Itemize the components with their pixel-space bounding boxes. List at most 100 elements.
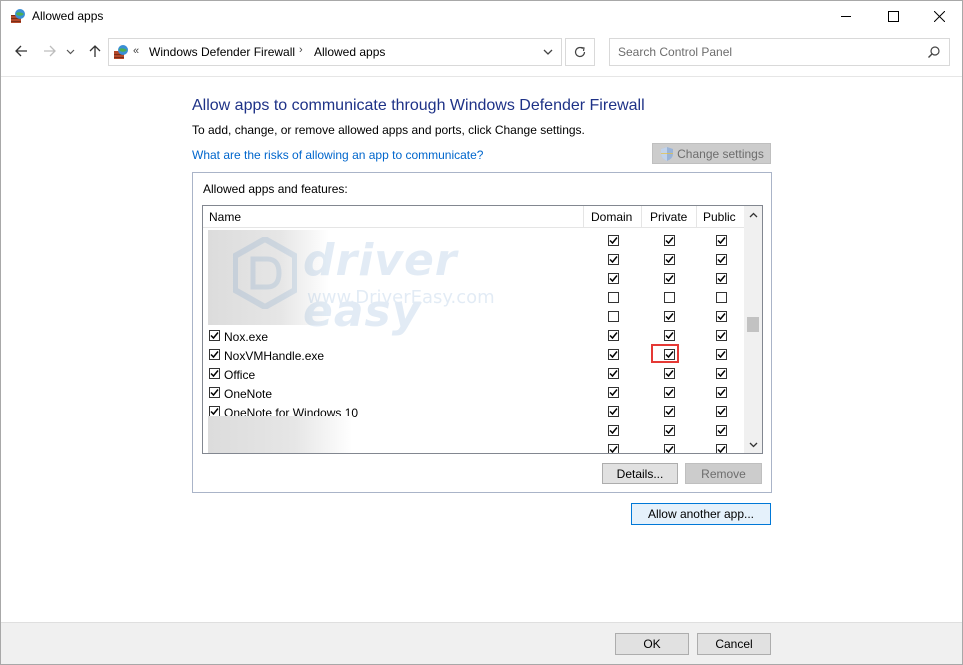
app-enabled-checkbox[interactable] [209, 387, 220, 398]
private-checkbox[interactable] [664, 444, 675, 453]
close-button[interactable] [916, 1, 962, 31]
chevron-up-icon [749, 212, 757, 217]
domain-checkbox[interactable] [608, 444, 619, 453]
search-box[interactable] [609, 38, 950, 66]
arrow-right-icon [44, 45, 56, 57]
scroll-down-button[interactable] [744, 436, 762, 453]
table-row[interactable]: Office [203, 365, 744, 384]
change-settings-label: Change settings [677, 146, 764, 161]
address-bar[interactable]: « Windows Defender Firewall › Allowed ap… [108, 38, 562, 66]
allowed-apps-group: Allowed apps and features: Name Domain P… [192, 172, 772, 493]
public-checkbox[interactable] [716, 292, 727, 303]
private-checkbox[interactable] [664, 254, 675, 265]
page-title: Allow apps to communicate through Window… [192, 97, 645, 114]
domain-checkbox[interactable] [608, 330, 619, 341]
refresh-icon [574, 46, 586, 58]
scroll-up-button[interactable] [744, 206, 762, 223]
domain-checkbox[interactable] [608, 292, 619, 303]
public-checkbox[interactable] [716, 349, 727, 360]
table-row[interactable]: NoxVMHandle.exe [203, 344, 744, 365]
column-private[interactable]: Private [650, 210, 687, 224]
redacted-app-names [208, 416, 352, 453]
forward-button[interactable] [39, 40, 61, 62]
private-checkbox[interactable] [664, 292, 675, 303]
change-settings-button[interactable]: Change settings [652, 143, 771, 164]
domain-checkbox[interactable] [608, 349, 619, 360]
back-button[interactable] [10, 40, 32, 62]
arrow-up-icon [89, 45, 101, 57]
private-checkbox[interactable] [664, 387, 675, 398]
instruction-text: To add, change, or remove allowed apps a… [192, 123, 585, 137]
column-name[interactable]: Name [209, 210, 241, 224]
private-checkbox[interactable] [664, 311, 675, 322]
public-checkbox[interactable] [716, 254, 727, 265]
column-public[interactable]: Public [703, 210, 736, 224]
table-row[interactable]: OneNote [203, 384, 744, 403]
allowed-apps-list[interactable]: Name Domain Private Public Nox.exe NoxVMH… [202, 205, 763, 454]
dialog-footer: OK Cancel [1, 622, 962, 664]
private-checkbox[interactable] [664, 368, 675, 379]
uac-shield-icon [661, 146, 674, 161]
domain-checkbox[interactable] [608, 273, 619, 284]
cancel-button[interactable]: Cancel [697, 633, 771, 655]
remove-button[interactable]: Remove [685, 463, 762, 484]
details-button[interactable]: Details... [602, 463, 678, 484]
private-checkbox[interactable] [664, 406, 675, 417]
domain-checkbox[interactable] [608, 254, 619, 265]
highlight-box [651, 344, 679, 363]
app-enabled-checkbox[interactable] [209, 349, 220, 360]
app-enabled-checkbox[interactable] [209, 368, 220, 379]
app-name: Office [224, 368, 256, 382]
domain-checkbox[interactable] [608, 387, 619, 398]
breadcrumb-firewall[interactable]: Windows Defender Firewall [149, 45, 295, 59]
app-name: OneNote [224, 387, 273, 401]
title-bar: Allowed apps [1, 1, 962, 31]
public-checkbox[interactable] [716, 235, 727, 246]
toolbar-divider [1, 76, 962, 77]
domain-checkbox[interactable] [608, 425, 619, 436]
vertical-scrollbar[interactable] [744, 206, 762, 453]
firewall-icon [113, 44, 129, 60]
up-button[interactable] [84, 40, 106, 62]
allow-another-app-button[interactable]: Allow another app... [631, 503, 771, 525]
private-checkbox[interactable] [664, 425, 675, 436]
domain-checkbox[interactable] [608, 235, 619, 246]
recent-locations-button[interactable] [63, 40, 77, 62]
window: Allowed apps « Windows Defender Firewall… [0, 0, 963, 665]
public-checkbox[interactable] [716, 368, 727, 379]
minimize-button[interactable] [823, 1, 869, 31]
window-title: Allowed apps [32, 9, 104, 23]
public-checkbox[interactable] [716, 273, 727, 284]
list-header: Name Domain Private Public [203, 206, 744, 228]
firewall-icon [10, 8, 26, 24]
public-checkbox[interactable] [716, 311, 727, 322]
public-checkbox[interactable] [716, 406, 727, 417]
maximize-button[interactable] [870, 1, 916, 31]
public-checkbox[interactable] [716, 444, 727, 453]
search-input[interactable] [610, 39, 920, 65]
domain-checkbox[interactable] [608, 368, 619, 379]
column-domain[interactable]: Domain [591, 210, 632, 224]
public-checkbox[interactable] [716, 387, 727, 398]
breadcrumb-separator-icon[interactable]: › [299, 44, 303, 56]
search-icon[interactable] [927, 45, 941, 59]
app-enabled-checkbox[interactable] [209, 330, 220, 341]
redacted-app-names [208, 230, 329, 325]
domain-checkbox[interactable] [608, 406, 619, 417]
public-checkbox[interactable] [716, 330, 727, 341]
address-dropdown-icon[interactable] [541, 45, 555, 59]
domain-checkbox[interactable] [608, 311, 619, 322]
app-name: Nox.exe [224, 330, 269, 344]
group-label: Allowed apps and features: [203, 182, 348, 196]
scroll-thumb[interactable] [747, 317, 759, 332]
private-checkbox[interactable] [664, 273, 675, 284]
private-checkbox[interactable] [664, 235, 675, 246]
public-checkbox[interactable] [716, 425, 727, 436]
private-checkbox[interactable] [664, 330, 675, 341]
breadcrumb-allowed-apps[interactable]: Allowed apps [314, 45, 385, 59]
refresh-button[interactable] [565, 38, 595, 66]
ok-button[interactable]: OK [615, 633, 689, 655]
risks-link[interactable]: What are the risks of allowing an app to… [192, 148, 483, 162]
overflow-chevron-icon[interactable]: « [133, 45, 139, 57]
app-name: NoxVMHandle.exe [224, 349, 325, 363]
